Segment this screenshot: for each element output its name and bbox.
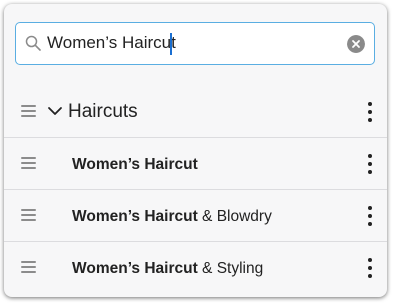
drag-handle-icon[interactable] [21,261,36,273]
more-options-icon[interactable] [367,102,373,122]
item-match-text: Women’s Haircut [72,208,198,225]
more-options-icon[interactable] [367,206,373,226]
search-input[interactable] [47,29,337,57]
more-options-icon[interactable] [367,258,373,278]
services-panel: Haircuts Women’s Haircut Women’s Haircut… [4,4,387,297]
text-caret [170,33,172,55]
group-row-haircuts[interactable]: Haircuts [4,86,387,138]
chevron-down-icon[interactable] [47,103,63,119]
item-rest-text: & Blowdry [197,208,272,225]
item-label: Women’s Haircut & Styling [72,258,263,280]
search-box[interactable] [15,22,375,65]
drag-handle-icon[interactable] [21,105,36,117]
item-label: Women’s Haircut & Blowdry [72,206,272,228]
list-item[interactable]: Women’s Haircut & Blowdry [4,190,387,242]
item-label: Women’s Haircut [72,154,198,176]
item-rest-text: & Styling [197,260,264,277]
more-options-icon[interactable] [367,154,373,174]
clear-icon[interactable] [347,35,365,53]
drag-handle-icon[interactable] [21,209,36,221]
list-item[interactable]: Women’s Haircut [4,138,387,190]
group-label: Haircuts [68,101,138,122]
list-item[interactable]: Women’s Haircut & Styling [4,242,387,294]
item-match-text: Women’s Haircut [72,260,198,277]
item-match-text: Women’s Haircut [72,156,198,173]
drag-handle-icon[interactable] [21,157,36,169]
search-icon [25,35,41,51]
